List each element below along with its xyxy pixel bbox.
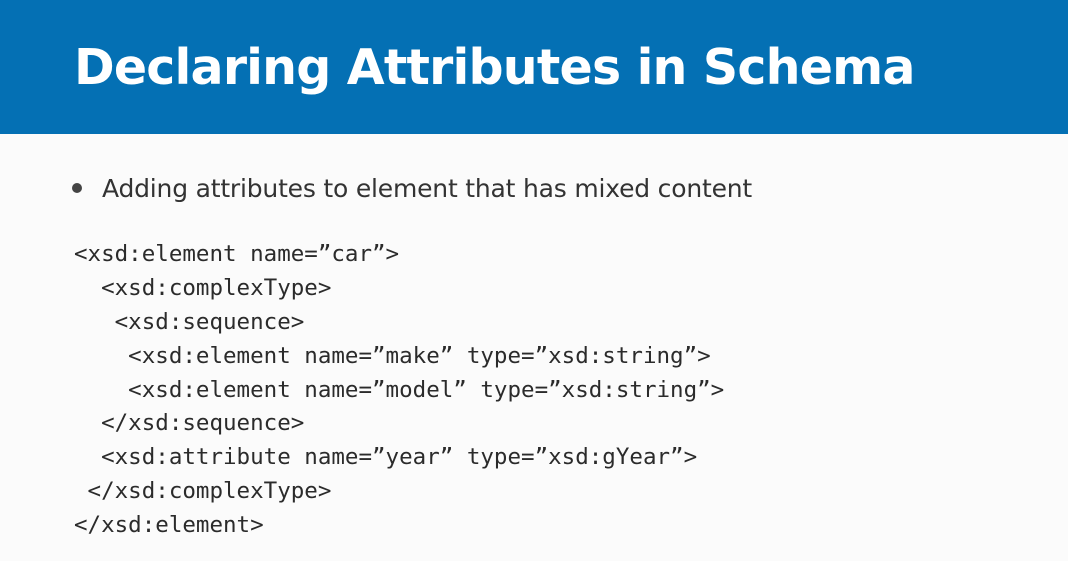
code-line: </xsd:element> [74,512,264,539]
code-line: <xsd:element name=”make” type=”xsd:strin… [74,342,711,369]
code-line: <xsd:element name=”car”> [74,241,400,267]
slide: Declaring Attributes in Schema Adding at… [0,0,1068,561]
code-line: </xsd:complexType> [74,478,332,505]
code-line: </xsd:sequence> [74,410,305,437]
code-block: <xsd:element name=”car”> <xsd:complexTyp… [74,238,724,543]
title-bar: Declaring Attributes in Schema [0,0,1068,134]
code-line: <xsd:complexType> [74,274,332,301]
bullet-dot-icon [72,183,82,193]
bullet-text: Adding attributes to element that has mi… [102,173,752,203]
slide-title: Declaring Attributes in Schema [74,39,915,96]
bullet-item: Adding attributes to element that has mi… [70,168,752,208]
code-line: <xsd:element name=”model” type=”xsd:stri… [74,376,725,403]
code-line: <xsd:attribute name=”year” type=”xsd:gYe… [74,444,698,471]
code-line: <xsd:sequence> [74,308,305,335]
